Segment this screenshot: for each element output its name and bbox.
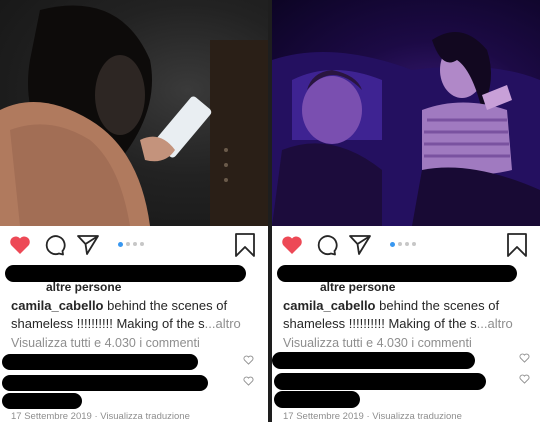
carousel-indicator [390, 241, 420, 248]
caption-text: behind the scenes of [103, 298, 228, 313]
post-left: altre persone camila_cabello behind the … [0, 0, 268, 422]
redaction-bar [274, 391, 360, 408]
redaction-bar [277, 265, 517, 282]
comment-like-icon[interactable] [243, 355, 254, 365]
post-actions [272, 228, 540, 262]
carousel-dot [133, 242, 137, 246]
carousel-dot [140, 242, 144, 246]
caption-username[interactable]: camila_cabello [11, 298, 104, 313]
photo-content [272, 32, 540, 226]
comment-like-icon[interactable] [519, 353, 530, 363]
comment-like-icon[interactable] [519, 374, 530, 384]
carousel-dot [398, 242, 402, 246]
share-icon[interactable] [348, 233, 372, 257]
carousel-dot [126, 242, 130, 246]
redaction-bar [2, 354, 198, 370]
comment-icon[interactable] [42, 233, 66, 257]
post-actions [0, 228, 268, 262]
likes-text[interactable]: altre persone [46, 280, 121, 294]
caption-username[interactable]: camila_cabello [283, 298, 376, 313]
redaction-bar [2, 375, 208, 391]
redaction-bar [274, 373, 486, 390]
post-caption: camila_cabello behind the scenes of sham… [11, 297, 266, 333]
caption-text: behind the scenes of [375, 298, 500, 313]
post-photo[interactable] [0, 0, 268, 226]
caption-text: shameless !!!!!!!!!! Making of the s [11, 316, 205, 331]
caption-more-link[interactable]: ...altro [477, 316, 513, 331]
comment-like-icon[interactable] [243, 376, 254, 386]
carousel-dot [412, 242, 416, 246]
post-date[interactable]: 17 Settembre 2019 · Visualizza traduzion… [11, 411, 190, 422]
carousel-dot [390, 241, 395, 247]
likes-text[interactable]: altre persone [320, 280, 395, 294]
caption-text: shameless !!!!!!!!!! Making of the s [283, 316, 477, 331]
redaction-bar [5, 265, 246, 282]
view-comments-link[interactable]: Visualizza tutti e 4.030 i commenti [283, 336, 472, 350]
bookmark-icon[interactable] [506, 232, 528, 258]
post-right: altre persone camila_cabello behind the … [272, 0, 540, 422]
view-comments-link[interactable]: Visualizza tutti e 4.030 i commenti [11, 336, 200, 350]
carousel-dot [405, 242, 409, 246]
carousel-indicator [118, 241, 148, 248]
share-icon[interactable] [76, 233, 100, 257]
post-photo[interactable] [272, 0, 540, 226]
redaction-bar [2, 393, 82, 409]
photo-content [0, 5, 268, 226]
carousel-dot [118, 241, 123, 247]
redaction-bar [272, 352, 475, 369]
caption-more-link[interactable]: ...altro [205, 316, 241, 331]
post-caption: camila_cabello behind the scenes of sham… [283, 297, 538, 333]
post-date[interactable]: 17 Settembre 2019 · Visualizza traduzion… [283, 411, 462, 422]
heart-icon[interactable] [280, 233, 304, 257]
comment-icon[interactable] [314, 233, 338, 257]
heart-icon[interactable] [8, 233, 32, 257]
bookmark-icon[interactable] [234, 232, 256, 258]
